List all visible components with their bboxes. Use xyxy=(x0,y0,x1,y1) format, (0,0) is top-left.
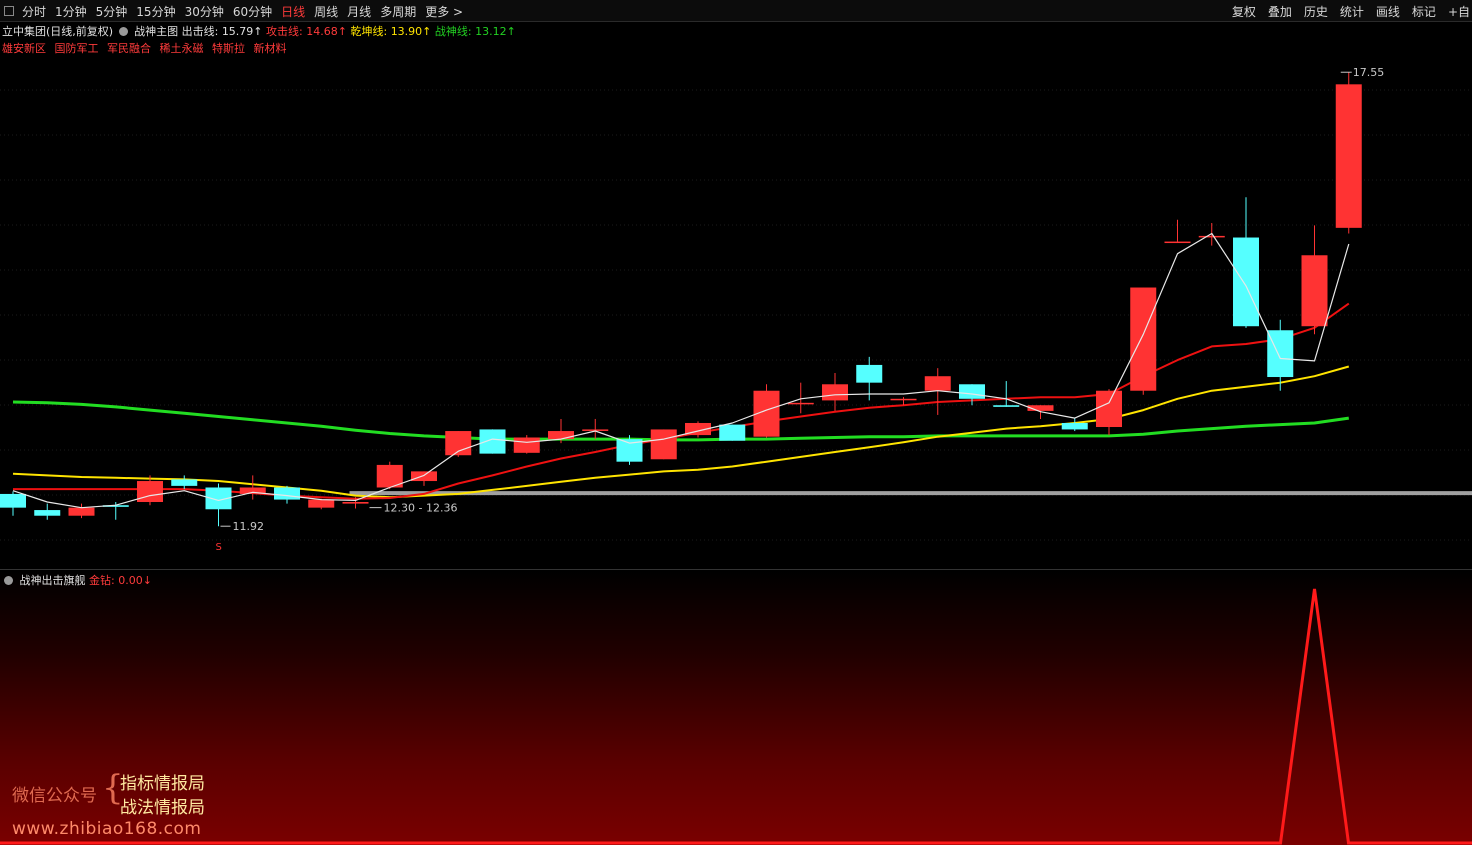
qiankun-line-label: 乾坤线: xyxy=(350,25,388,38)
candle-down xyxy=(479,429,506,454)
candle-up xyxy=(822,384,848,401)
candle-down xyxy=(1233,237,1259,327)
sub-indicator-panel: 战神出击旗舰 金钻: 0.00↓ 微信公众号 { 指标情报局 战法情报局 www… xyxy=(0,571,1472,845)
low-price-label: 11.92 xyxy=(233,520,265,533)
candle-up xyxy=(924,376,951,391)
stock-title: 立中集团(日线,前复权) xyxy=(2,25,114,38)
watermark-url: www.zhibiao168.com xyxy=(12,819,202,839)
tab-period-60min[interactable]: 60分钟 xyxy=(233,3,272,20)
sub-indicator-menu-icon[interactable] xyxy=(4,576,13,585)
candle-up xyxy=(308,499,335,508)
candle-down xyxy=(0,493,26,508)
candle-up xyxy=(1130,287,1157,391)
sub-indicator-chart[interactable] xyxy=(0,571,1472,845)
candle-down xyxy=(1267,330,1294,378)
candle-up xyxy=(68,507,95,516)
concept-tag[interactable]: 雄安新区 xyxy=(2,42,46,55)
attack-line-value: 14.68↑ xyxy=(306,25,347,38)
candle-up xyxy=(1096,390,1122,428)
overlay-button[interactable]: 叠加 xyxy=(1268,3,1292,20)
indicator-info-line: 立中集团(日线,前复权) 战神主图 出击线: 15.79↑ 攻击线: 14.68… xyxy=(2,23,516,39)
tab-period-5min[interactable]: 5分钟 xyxy=(96,3,128,20)
toolbar: 分时 1分钟 5分钟 15分钟 30分钟 60分钟 日线 周线 月线 多周期 更… xyxy=(0,0,1472,22)
candle-up xyxy=(650,429,677,460)
tab-period-multi[interactable]: 多周期 xyxy=(380,3,416,20)
candle-down xyxy=(274,487,300,500)
concept-tag[interactable]: 国防军工 xyxy=(55,42,99,55)
tab-period-more[interactable]: 更多 > xyxy=(425,3,463,20)
mark-button[interactable]: 标记 xyxy=(1412,3,1436,20)
gold-diamond-signal-line xyxy=(0,588,1472,845)
history-button[interactable]: 历史 xyxy=(1304,3,1328,20)
restore-rights-button[interactable]: 复权 xyxy=(1232,3,1256,20)
qiankun-line-value: 13.90↑ xyxy=(390,25,432,38)
gold-diamond-label: 金钻: xyxy=(89,574,115,587)
candle-up xyxy=(342,502,369,504)
candle-up xyxy=(137,481,163,503)
candle-up xyxy=(1164,241,1191,244)
watermark-line-1: 指标情报局 xyxy=(120,774,205,794)
out-line-value: 15.79↑ xyxy=(221,25,263,38)
candle-down xyxy=(34,510,61,516)
candle-up xyxy=(548,431,574,440)
concept-tag[interactable]: 特斯拉 xyxy=(212,42,245,55)
statistics-button[interactable]: 统计 xyxy=(1340,3,1364,20)
concept-tag[interactable]: 稀土永磁 xyxy=(160,42,204,55)
support-range-label: 12.30 - 12.36 xyxy=(384,502,458,515)
watermark-line-2: 战法情报局 xyxy=(120,798,205,818)
candle-down xyxy=(719,424,746,441)
gold-diamond-value: 0.00↓ xyxy=(118,574,152,587)
candle-down xyxy=(959,384,985,399)
tab-period-daily[interactable]: 日线 xyxy=(281,3,305,20)
candle-down xyxy=(856,364,883,383)
concept-tag[interactable]: 军民融合 xyxy=(107,42,151,55)
period-tabs: 分时 1分钟 5分钟 15分钟 30分钟 60分钟 日线 周线 月线 多周期 更… xyxy=(4,0,472,22)
concept-tag[interactable]: 新材料 xyxy=(254,42,287,55)
candle-down xyxy=(171,479,198,486)
candle-up xyxy=(1198,235,1225,238)
candle-down xyxy=(1061,422,1088,430)
tab-period-monthly[interactable]: 月线 xyxy=(347,3,371,20)
candle-up xyxy=(787,402,814,405)
add-custom-button[interactable]: +自 xyxy=(1448,3,1470,20)
panel-toggle-icon[interactable] xyxy=(4,6,14,16)
tab-period-weekly[interactable]: 周线 xyxy=(314,3,338,20)
tab-period-fenshi[interactable]: 分时 xyxy=(22,3,46,20)
indicator-name: 战神主图 xyxy=(134,25,179,38)
high-price-label: 17.55 xyxy=(1353,66,1385,79)
candlestick-chart[interactable]: 12.30 - 12.36 11.92 17.55 S xyxy=(0,22,1472,570)
signal-s-marker: S xyxy=(216,542,222,553)
candle-down xyxy=(993,405,1020,407)
candle-up xyxy=(411,471,437,482)
zhanshen-line-label: 战神线: xyxy=(434,25,472,38)
candle-up xyxy=(1301,255,1328,327)
attack-line-label: 攻击线: xyxy=(266,25,303,38)
candle-up xyxy=(1335,84,1362,228)
candle-up xyxy=(513,437,540,453)
candle-up xyxy=(890,398,917,401)
zhanshen-line-value: 13.12↑ xyxy=(475,25,516,38)
tab-period-30min[interactable]: 30分钟 xyxy=(185,3,224,20)
tab-period-15min[interactable]: 15分钟 xyxy=(136,3,175,20)
concept-tags: 雄安新区 国防军工 军民融合 稀土永磁 特斯拉 新材料 xyxy=(2,40,292,56)
tab-period-1min[interactable]: 1分钟 xyxy=(55,3,87,20)
indicator-menu-icon[interactable] xyxy=(118,27,128,36)
toolbar-actions: 复权 叠加 历史 统计 画线 标记 +自 xyxy=(1220,0,1470,22)
sub-indicator-title: 战神出击旗舰 xyxy=(19,574,86,587)
sub-indicator-header: 战神出击旗舰 金钻: 0.00↓ xyxy=(2,572,152,588)
draw-line-button[interactable]: 画线 xyxy=(1376,3,1400,20)
out-line-label: 出击线: xyxy=(181,25,219,38)
watermark-label: 微信公众号 xyxy=(12,786,97,806)
